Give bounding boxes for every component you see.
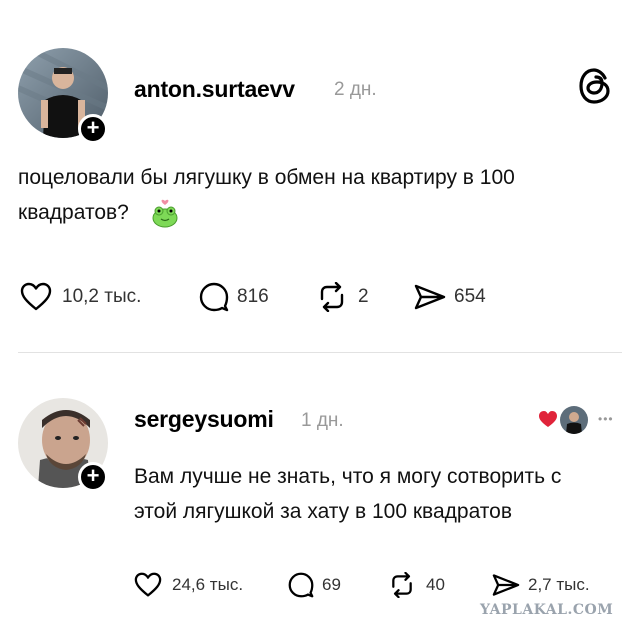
like-button[interactable]: 24,6 тыс.: [134, 572, 243, 598]
reply-button[interactable]: 69: [288, 572, 341, 598]
plus-icon: +: [86, 115, 100, 140]
post-time: 1 дн.: [301, 410, 344, 431]
reply-button[interactable]: 816: [199, 282, 269, 312]
comment-icon: [199, 282, 229, 312]
liked-heart-icon: [538, 410, 558, 433]
repost-icon: [316, 282, 348, 312]
post-time: 2 дн.: [334, 79, 377, 100]
share-icon: [414, 282, 446, 312]
repost-count: 2: [358, 286, 369, 307]
plus-icon: +: [86, 463, 100, 488]
like-button[interactable]: 10,2 тыс.: [20, 282, 141, 312]
follow-plus-button[interactable]: +: [78, 462, 108, 492]
repost-icon: [388, 572, 416, 598]
post-username[interactable]: anton.surtaevv: [134, 76, 295, 103]
repost-button[interactable]: 40: [388, 572, 445, 598]
repost-count: 40: [426, 575, 445, 594]
like-count: 24,6 тыс.: [172, 575, 244, 594]
share-button[interactable]: 2,7 тыс.: [492, 572, 590, 598]
watermark: YAPLAKAL.COM: [480, 602, 614, 618]
post-text-line: этой лягушкой за хату в 100 квадратов: [134, 500, 513, 523]
post-text-line: поцеловали бы лягушку в обмен на квартир…: [18, 166, 515, 189]
threads-logo-icon[interactable]: [578, 68, 612, 104]
share-icon: [492, 572, 520, 598]
comment-icon: [288, 572, 314, 598]
more-icon[interactable]: •••: [598, 412, 614, 426]
like-count: 10,2 тыс.: [62, 286, 142, 307]
share-count: 2,7 тыс.: [528, 575, 590, 594]
post-text-line: квадратов?: [18, 201, 129, 224]
repost-button[interactable]: 2: [316, 282, 369, 312]
share-count: 654: [454, 286, 486, 307]
follow-plus-button[interactable]: +: [78, 114, 108, 144]
reply-count: 69: [322, 575, 341, 594]
heart-icon: [134, 572, 162, 598]
share-button[interactable]: 654: [414, 282, 486, 312]
frog-emoji-icon: [151, 198, 179, 228]
post-text-line: Вам лучше не знать, что я могу сотворить…: [134, 465, 562, 488]
reply-count: 816: [237, 286, 269, 307]
post-username[interactable]: sergeysuomi: [134, 406, 274, 433]
post-text: Вам лучше не знать, что я могу сотворить…: [134, 459, 624, 529]
liker-avatar[interactable]: [560, 406, 588, 434]
post-divider: [18, 352, 622, 353]
heart-icon: [20, 282, 52, 312]
post-text: поцеловали бы лягушку в обмен на квартир…: [18, 160, 618, 230]
